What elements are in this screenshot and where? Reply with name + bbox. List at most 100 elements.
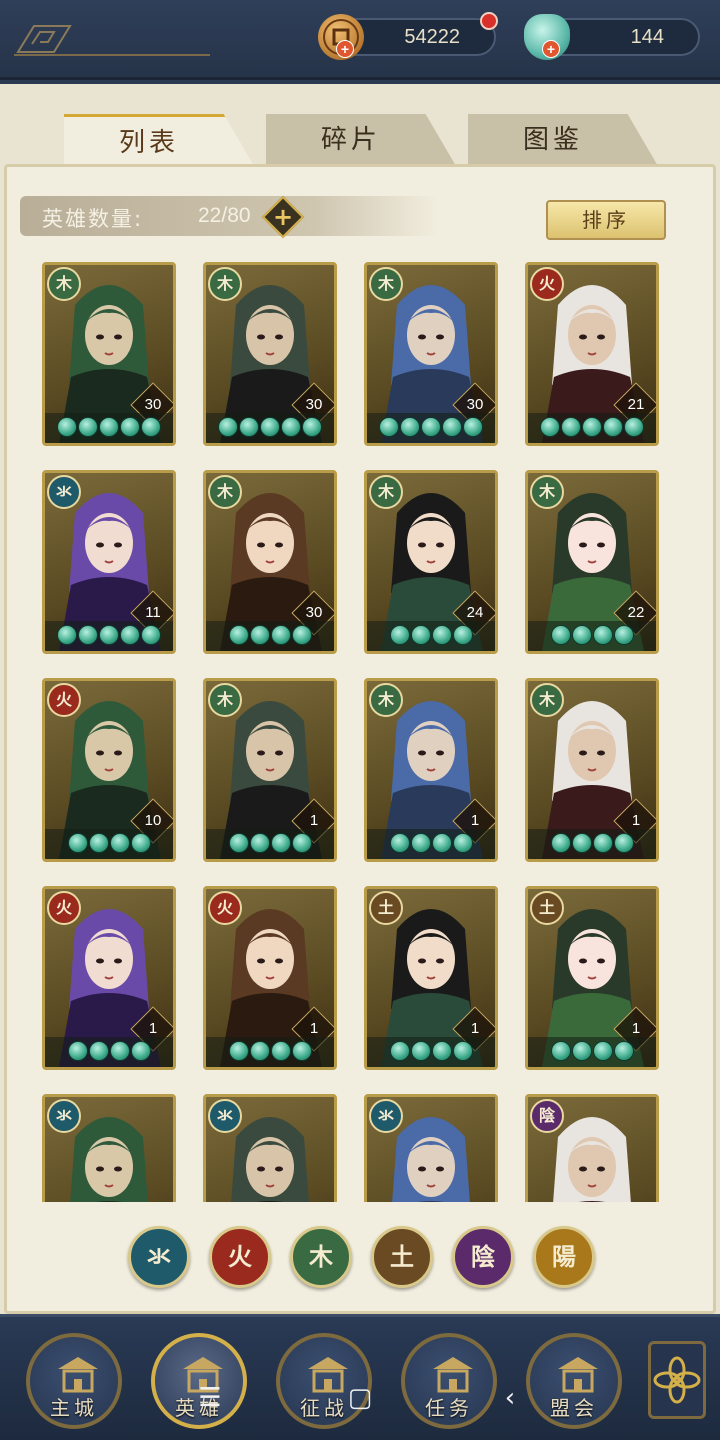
- tab-bar: 列表 碎片 图鉴: [0, 114, 720, 168]
- jade-star-icon: [141, 625, 161, 645]
- filter-water-button[interactable]: 氺: [128, 1226, 190, 1288]
- copper-currency[interactable]: + 54222: [318, 12, 498, 60]
- jade-star-icon: [249, 1041, 270, 1061]
- hero-star-rating: [45, 621, 173, 651]
- tab-fragments[interactable]: 碎片: [266, 114, 456, 166]
- hero-card[interactable]: 木 22: [525, 470, 659, 654]
- jade-star-icon: [281, 417, 301, 437]
- hero-card[interactable]: 木 30: [42, 262, 176, 446]
- hero-star-rating: [367, 1037, 495, 1067]
- jade-star-icon: [603, 417, 623, 437]
- jade-star-icon: [442, 417, 462, 437]
- hero-count-label: 英雄数量:: [42, 207, 144, 231]
- hero-star-rating: [45, 1037, 173, 1067]
- filter-fire-button[interactable]: 火: [209, 1226, 271, 1288]
- jade-star-icon: [291, 1041, 312, 1061]
- jade-star-icon: [452, 833, 473, 853]
- tab-list[interactable]: 列表: [64, 114, 254, 166]
- hero-card[interactable]: 火 21: [525, 262, 659, 446]
- system-navigation: ☰ ▢ ‹: [0, 1372, 720, 1422]
- element-wood-icon: 木: [208, 267, 242, 301]
- hero-card[interactable]: 氺: [42, 1094, 176, 1202]
- jade-star-icon: [613, 833, 634, 853]
- element-wood-icon: 木: [530, 475, 564, 509]
- hero-card[interactable]: 氺: [203, 1094, 337, 1202]
- hero-card[interactable]: 火1: [203, 886, 337, 1070]
- element-wood-icon: 木: [47, 267, 81, 301]
- jade-star-icon: [410, 833, 431, 853]
- filter-yin-button[interactable]: 陰: [452, 1226, 514, 1288]
- home-icon[interactable]: ▢: [340, 1378, 380, 1418]
- hero-star-rating: [367, 829, 495, 859]
- jade-star-icon: [431, 1041, 452, 1061]
- hero-card[interactable]: 木1: [525, 678, 659, 862]
- hero-star-rating: [528, 413, 656, 443]
- hero-card[interactable]: 土1: [364, 886, 498, 1070]
- jade-star-icon: [540, 417, 560, 437]
- back-icon[interactable]: ‹: [490, 1378, 530, 1418]
- element-fire-icon: 火: [47, 683, 81, 717]
- hero-card[interactable]: 火 10: [42, 678, 176, 862]
- recent-apps-icon[interactable]: ☰: [190, 1378, 230, 1418]
- hero-star-rating: [206, 829, 334, 859]
- hero-card[interactable]: 木 30: [203, 470, 337, 654]
- jade-star-icon: [582, 417, 602, 437]
- tab-codex[interactable]: 图鉴: [468, 114, 658, 166]
- hero-star-rating: [206, 1037, 334, 1067]
- element-filter-bar: 氺火木土陰陽: [0, 1226, 720, 1292]
- jade-star-icon: [613, 1041, 634, 1061]
- jade-star-icon: [379, 417, 399, 437]
- fret-pattern-icon: [16, 25, 72, 53]
- jade-star-icon: [99, 417, 119, 437]
- hero-card[interactable]: 氺: [364, 1094, 498, 1202]
- filter-wood-button[interactable]: 木: [290, 1226, 352, 1288]
- add-jade-icon[interactable]: +: [542, 40, 560, 58]
- hero-star-rating: [528, 621, 656, 651]
- hero-star-rating: [206, 621, 334, 651]
- hero-star-rating: [367, 413, 495, 443]
- sort-button[interactable]: 排序: [546, 200, 666, 240]
- jade-star-icon: [431, 833, 452, 853]
- element-wood-icon: 木: [369, 267, 403, 301]
- jade-currency[interactable]: + 144: [524, 14, 700, 60]
- hero-grid: 木 30 木 30 木 30 火 21 氺 11 木 30 木 24 木 22 …: [42, 262, 678, 1202]
- jade-star-icon: [78, 417, 98, 437]
- jade-star-icon: [302, 417, 322, 437]
- copper-amount: 54222: [404, 26, 460, 48]
- hero-card[interactable]: 陰: [525, 1094, 659, 1202]
- add-copper-icon[interactable]: +: [336, 40, 354, 58]
- element-water-icon: 氺: [208, 1099, 242, 1133]
- hero-card[interactable]: 土1: [525, 886, 659, 1070]
- jade-star-icon: [613, 625, 634, 645]
- jade-star-icon: [410, 625, 431, 645]
- hero-card[interactable]: 木 30: [364, 262, 498, 446]
- hero-card[interactable]: 火1: [42, 886, 176, 1070]
- hero-card[interactable]: 氺 11: [42, 470, 176, 654]
- jade-star-icon: [120, 625, 140, 645]
- filter-earth-button[interactable]: 土: [371, 1226, 433, 1288]
- hero-card[interactable]: 木 30: [203, 262, 337, 446]
- jade-star-icon: [624, 417, 644, 437]
- element-wood-icon: 木: [208, 683, 242, 717]
- jade-star-icon: [421, 417, 441, 437]
- jade-star-icon: [249, 625, 270, 645]
- filter-yang-button[interactable]: 陽: [533, 1226, 595, 1288]
- notification-dot: [480, 12, 498, 30]
- jade-star-icon: [571, 833, 592, 853]
- hero-count-value: 22/80: [198, 204, 251, 227]
- hero-card[interactable]: 木1: [203, 678, 337, 862]
- jade-star-icon: [452, 1041, 473, 1061]
- hero-card[interactable]: 木 24: [364, 470, 498, 654]
- jade-star-icon: [239, 417, 259, 437]
- element-earth-icon: 土: [369, 891, 403, 925]
- hero-star-rating: [367, 621, 495, 651]
- title-ornament: [14, 22, 210, 56]
- jade-star-icon: [67, 1041, 88, 1061]
- jade-star-icon: [130, 1041, 151, 1061]
- hero-card[interactable]: 木1: [364, 678, 498, 862]
- plus-icon: +: [272, 203, 294, 231]
- hero-count-banner: 英雄数量: 22/80: [20, 196, 440, 236]
- jade-star-icon: [291, 833, 312, 853]
- jade-star-icon: [228, 625, 249, 645]
- jade-star-icon: [218, 417, 238, 437]
